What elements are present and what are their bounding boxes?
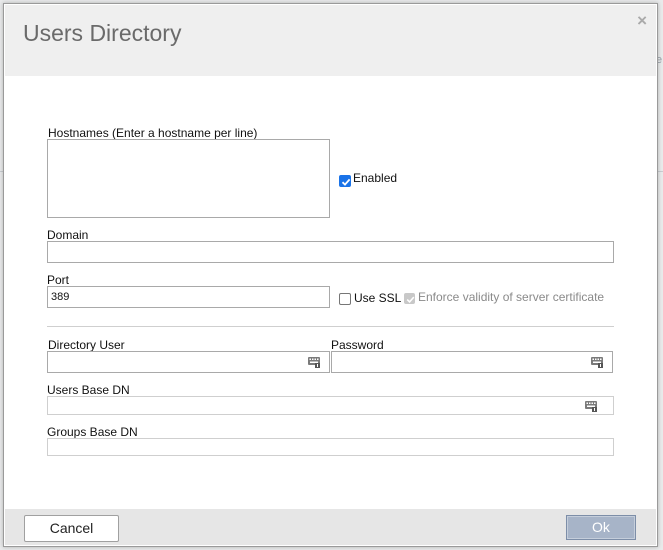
hostnames-textarea[interactable] <box>47 139 330 218</box>
port-label: Port <box>47 273 70 287</box>
close-icon[interactable]: × <box>637 11 647 31</box>
keyboard-icon[interactable] <box>308 357 320 368</box>
use-ssl-label: Use SSL <box>354 291 402 305</box>
password-label: Password <box>331 338 384 352</box>
dialog-titlebar: Users Directory × <box>5 5 656 76</box>
enforce-validity-checkbox <box>404 293 415 304</box>
checkmark-icon <box>406 296 415 304</box>
users-base-dn-field[interactable] <box>47 396 614 415</box>
enabled-label: Enabled <box>353 171 398 185</box>
keyboard-icon[interactable] <box>591 357 603 368</box>
password-field[interactable] <box>331 351 613 373</box>
groups-base-dn-field[interactable] <box>47 438 614 456</box>
port-value: 389 <box>51 291 70 303</box>
users-base-dn-label: Users Base DN <box>47 383 130 397</box>
port-field[interactable]: 389 <box>47 286 330 308</box>
keyboard-icon[interactable] <box>585 401 597 412</box>
domain-field[interactable] <box>47 241 614 263</box>
ok-button[interactable]: Ok <box>566 515 636 540</box>
dialog-title: Users Directory <box>23 20 182 46</box>
enforce-validity-label: Enforce validity of server certificate <box>418 290 605 304</box>
section-divider <box>47 326 614 327</box>
enabled-checkbox[interactable] <box>339 175 351 187</box>
users-directory-dialog: Users Directory × Hostnames (Enter a hos… <box>3 3 658 547</box>
dialog-footer: Cancel Ok <box>5 509 656 545</box>
directory-user-field[interactable] <box>47 351 330 373</box>
groups-base-dn-label: Groups Base DN <box>47 425 138 439</box>
use-ssl-checkbox[interactable] <box>339 293 351 305</box>
directory-user-label: Directory User <box>48 338 125 352</box>
hostnames-label: Hostnames (Enter a hostname per line) <box>48 126 258 140</box>
domain-label: Domain <box>47 228 89 242</box>
checkmark-icon <box>341 178 351 186</box>
cancel-button[interactable]: Cancel <box>24 515 119 542</box>
